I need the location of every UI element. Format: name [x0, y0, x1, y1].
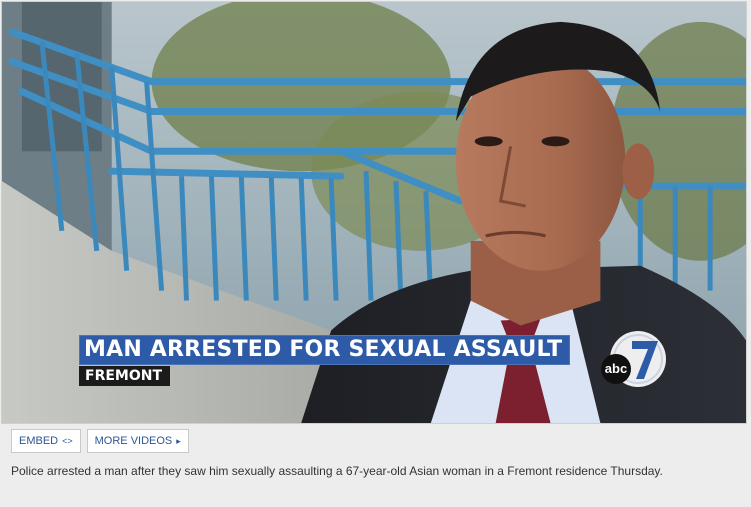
video-controls: EMBED <> MORE VIDEOS ▸: [11, 429, 189, 453]
more-videos-button-label: MORE VIDEOS: [94, 435, 173, 447]
more-videos-button[interactable]: MORE VIDEOS ▸: [86, 429, 189, 453]
lower-third-headline: MAN ARRESTED FOR SEXUAL ASSAULT: [79, 335, 571, 365]
video-widget: MAN ARRESTED FOR SEXUAL ASSAULT FREMONT …: [0, 0, 751, 507]
embed-button[interactable]: EMBED <>: [11, 429, 81, 453]
abc7-logo-icon: abc: [601, 331, 666, 387]
code-brackets-icon: <>: [62, 436, 73, 446]
video-caption: Police arrested a man after they saw him…: [11, 464, 663, 478]
svg-text:abc: abc: [605, 361, 627, 376]
play-arrow-icon: ▸: [176, 436, 181, 446]
video-player[interactable]: MAN ARRESTED FOR SEXUAL ASSAULT FREMONT …: [1, 1, 747, 424]
lower-third-location: FREMONT: [79, 366, 171, 386]
embed-button-label: EMBED: [19, 435, 59, 447]
